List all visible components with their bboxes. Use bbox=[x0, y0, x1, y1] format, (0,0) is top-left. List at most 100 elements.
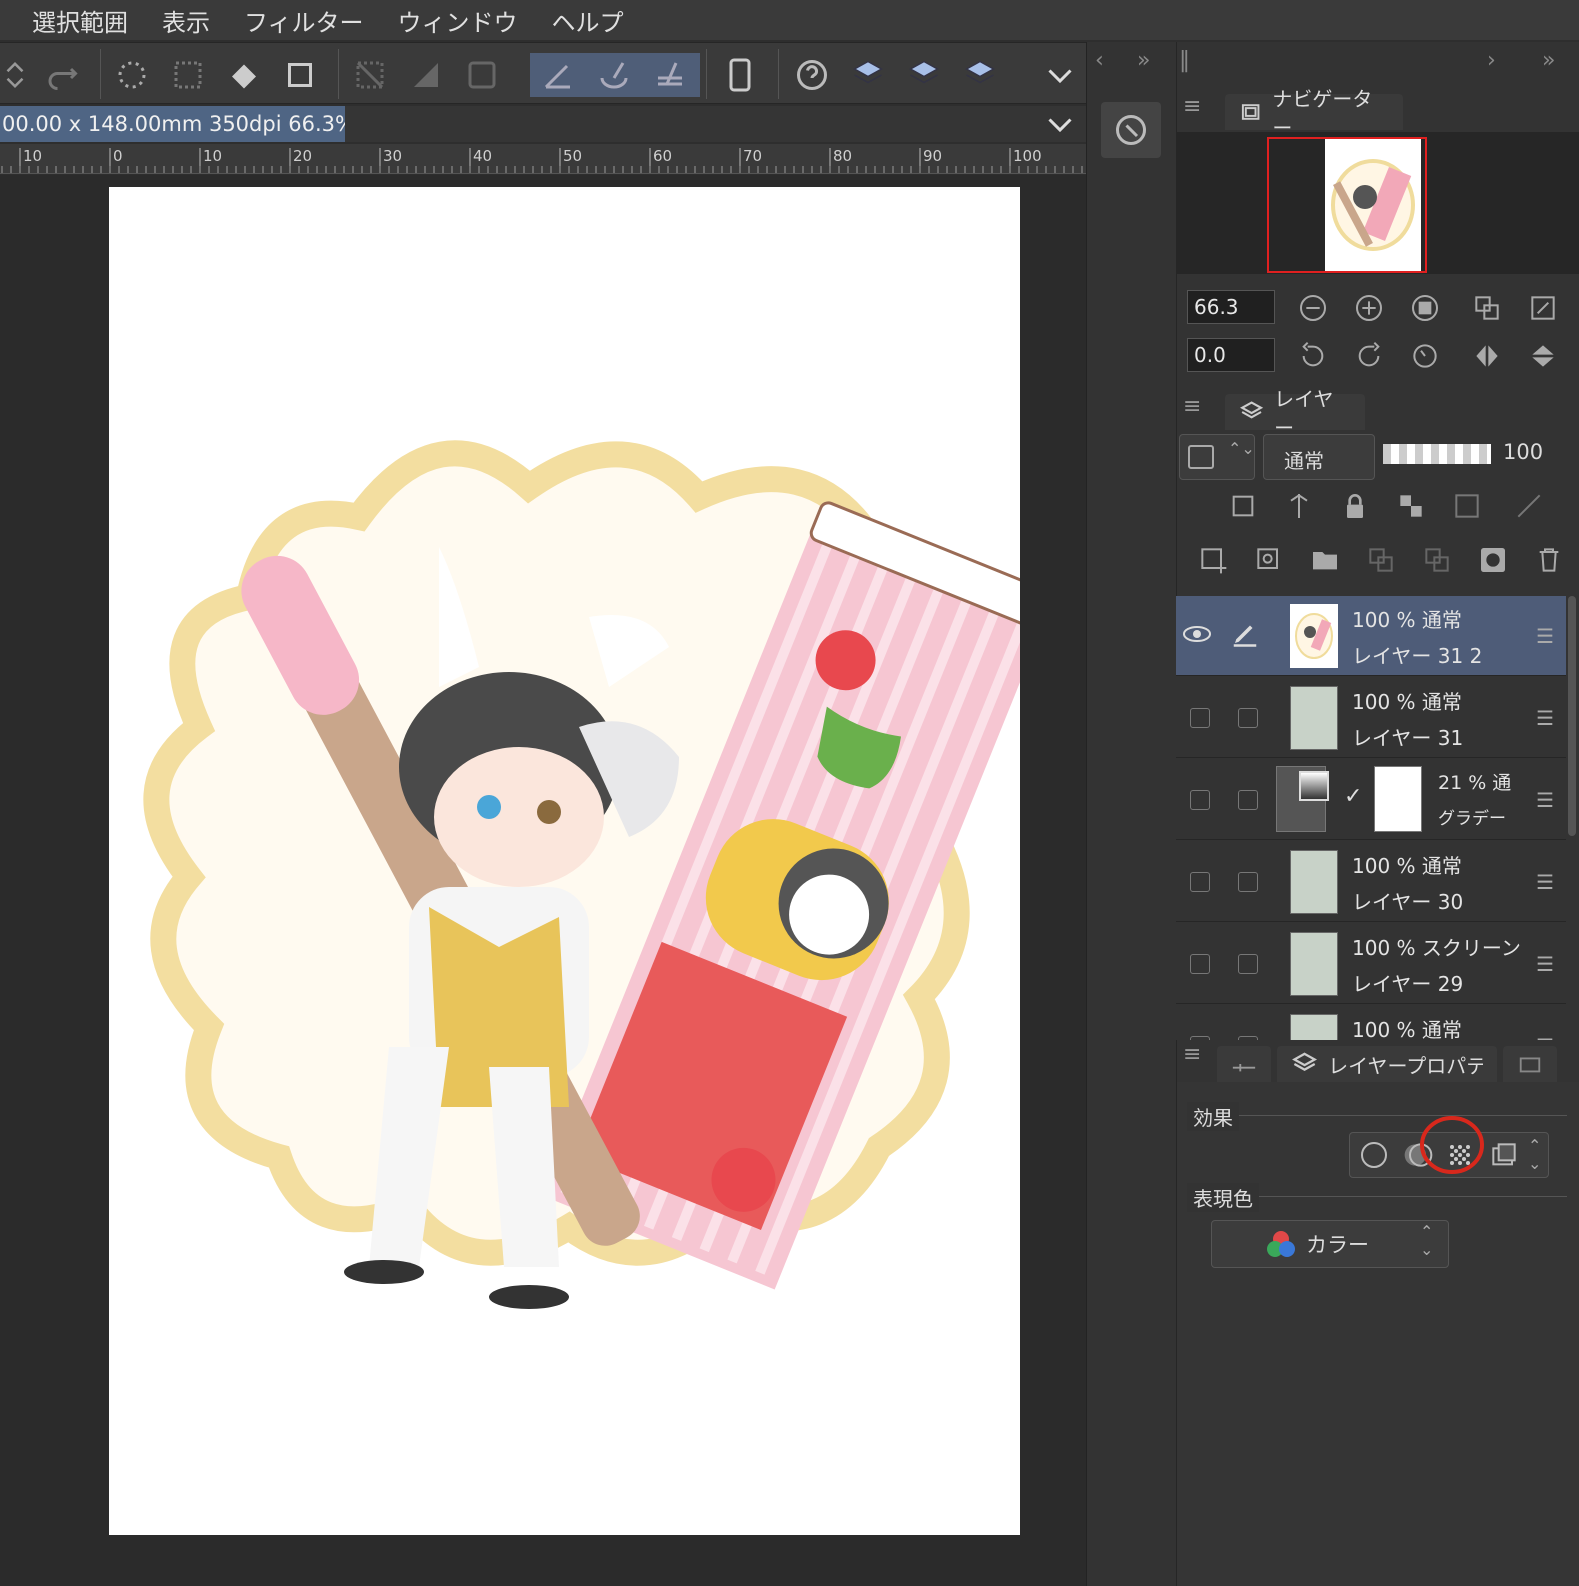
rotation-field[interactable]: 0.0 bbox=[1187, 338, 1275, 372]
layer-ref-3-icon[interactable] bbox=[958, 53, 1002, 97]
layer-menu-icon[interactable]: ☰ bbox=[1536, 870, 1554, 894]
panel-expand-icon[interactable]: » bbox=[1542, 48, 1555, 73]
redo-icon[interactable] bbox=[40, 53, 84, 97]
layer-row[interactable]: 100 % スクリーン レイヤー 29 ☰ bbox=[1176, 924, 1566, 1004]
effect-layer-color-icon[interactable] bbox=[1486, 1137, 1522, 1173]
layer-mask-add-icon[interactable] bbox=[1475, 542, 1511, 578]
tab-layer[interactable]: レイヤー bbox=[1225, 387, 1365, 440]
clip-layer-icon[interactable] bbox=[1225, 488, 1261, 524]
layer-menu-icon[interactable]: ☰ bbox=[1536, 1034, 1554, 1040]
flip-horizontal-icon[interactable] bbox=[1469, 338, 1505, 374]
navigator-menu-icon[interactable]: ≡ bbox=[1183, 94, 1201, 119]
opacity-value[interactable]: 100 bbox=[1503, 440, 1543, 464]
visibility-checkbox[interactable] bbox=[1190, 954, 1210, 974]
eye-icon[interactable] bbox=[1182, 622, 1212, 646]
up-down-icon[interactable] bbox=[0, 53, 30, 97]
layer-row[interactable]: 100 % 通常 レイヤー 30 ☰ bbox=[1176, 842, 1566, 922]
layer-row[interactable]: 100 % 通常 レイヤー 31 ☰ bbox=[1176, 678, 1566, 758]
tab-tool-property[interactable] bbox=[1217, 1046, 1271, 1082]
layer-menu-icon[interactable]: ☰ bbox=[1536, 706, 1554, 730]
fit-window-icon[interactable] bbox=[1525, 290, 1561, 326]
layer-row[interactable]: ✓ 21 % 通 グラデー ☰ bbox=[1176, 760, 1566, 840]
ruler-icon[interactable] bbox=[536, 53, 580, 97]
rotate-left-icon[interactable] bbox=[1295, 338, 1331, 374]
pen-edit-icon[interactable] bbox=[1230, 618, 1260, 648]
clear-outside-icon[interactable] bbox=[348, 53, 392, 97]
doc-chevron-down-icon[interactable] bbox=[1038, 102, 1082, 146]
navigator-toggle-button[interactable] bbox=[1101, 102, 1161, 158]
help-icon[interactable] bbox=[790, 53, 834, 97]
tab-layer-property[interactable]: レイヤープロパティ bbox=[1277, 1046, 1497, 1082]
flip-vertical-icon[interactable] bbox=[1525, 338, 1561, 374]
selection-frame-icon[interactable] bbox=[460, 53, 504, 97]
edit-checkbox[interactable] bbox=[1238, 872, 1258, 892]
layer-menu-icon[interactable]: ☰ bbox=[1536, 952, 1554, 976]
menu-selection[interactable]: 選択範囲 bbox=[32, 3, 128, 38]
navigator-viewport-frame[interactable] bbox=[1267, 137, 1427, 273]
menu-help[interactable]: ヘルプ bbox=[552, 3, 624, 38]
device-icon[interactable] bbox=[718, 53, 762, 97]
navigator-preview[interactable] bbox=[1177, 132, 1579, 274]
effect-updown-icon[interactable]: ⌃ ⌄ bbox=[1528, 1137, 1541, 1173]
perspective-ruler-icon[interactable] bbox=[648, 53, 692, 97]
transfer-down-icon[interactable] bbox=[1363, 542, 1399, 578]
edit-checkbox[interactable] bbox=[1238, 790, 1258, 810]
collapse-left-icon[interactable]: ‹ bbox=[1095, 48, 1104, 73]
chevron-down-icon[interactable] bbox=[1038, 53, 1082, 97]
visibility-checkbox[interactable] bbox=[1190, 1036, 1210, 1040]
transform-icon[interactable] bbox=[278, 53, 322, 97]
edit-checkbox[interactable] bbox=[1238, 708, 1258, 728]
menu-window[interactable]: ウィンドウ bbox=[398, 3, 518, 38]
rotate-right-icon[interactable] bbox=[1351, 338, 1387, 374]
tab-other[interactable] bbox=[1503, 1046, 1557, 1082]
layer-menu-icon[interactable]: ≡ bbox=[1183, 394, 1201, 419]
panel-next-icon[interactable]: › bbox=[1487, 48, 1496, 73]
tab-navigator[interactable]: ナビゲーター bbox=[1225, 87, 1403, 140]
opacity-slider[interactable] bbox=[1383, 444, 1491, 464]
layer-color-select[interactable]: ⌃⌄ bbox=[1179, 434, 1255, 480]
panel-grip-icon[interactable]: ‖ bbox=[1179, 48, 1190, 73]
lock-icon[interactable] bbox=[1337, 488, 1373, 524]
visibility-checkbox[interactable] bbox=[1190, 708, 1210, 728]
properties-menu-icon[interactable]: ≡ bbox=[1183, 1042, 1201, 1067]
visibility-checkbox[interactable] bbox=[1190, 790, 1210, 810]
edit-checkbox[interactable] bbox=[1238, 954, 1258, 974]
curve-ruler-icon[interactable] bbox=[592, 53, 636, 97]
ruler-range-icon[interactable] bbox=[1511, 488, 1547, 524]
lock-transparency-icon[interactable] bbox=[1393, 488, 1429, 524]
zoom-out-icon[interactable] bbox=[1295, 290, 1331, 326]
layer-ref-2-icon[interactable] bbox=[902, 53, 946, 97]
new-folder-icon[interactable] bbox=[1307, 542, 1343, 578]
layer-menu-icon[interactable]: ☰ bbox=[1536, 788, 1554, 812]
merge-down-icon[interactable] bbox=[1419, 542, 1455, 578]
reset-rotation-icon[interactable] bbox=[1407, 338, 1443, 374]
visibility-checkbox[interactable] bbox=[1190, 872, 1210, 892]
blend-mode-select[interactable]: 通常 bbox=[1263, 434, 1375, 480]
expand-right-icon[interactable]: » bbox=[1137, 48, 1150, 73]
fill-selection-icon[interactable] bbox=[404, 53, 448, 97]
fit-navigator-icon[interactable] bbox=[1469, 290, 1505, 326]
new-raster-layer-icon[interactable] bbox=[1195, 542, 1231, 578]
layer-ref-icon[interactable] bbox=[846, 53, 890, 97]
document-tab[interactable]: 00.00 x 148.00mm 350dpi 66.3%) bbox=[0, 106, 345, 142]
expression-color-select[interactable]: カラー ⌃ ⌄ bbox=[1211, 1220, 1449, 1268]
zoom-field[interactable]: 66.3 bbox=[1187, 290, 1275, 324]
fill-bucket-icon[interactable] bbox=[222, 53, 266, 97]
zoom-in-icon[interactable] bbox=[1351, 290, 1387, 326]
layer-row[interactable]: 100 % 通常 ☰ bbox=[1176, 1006, 1566, 1040]
layer-row[interactable]: 100 % 通常 レイヤー 31 2 ☰ bbox=[1176, 596, 1566, 676]
zoom-100-icon[interactable] bbox=[1407, 290, 1443, 326]
reference-layer-icon[interactable] bbox=[1281, 488, 1317, 524]
layer-list-scrollbar[interactable] bbox=[1568, 596, 1576, 836]
select-all-icon[interactable] bbox=[110, 53, 154, 97]
edit-checkbox[interactable] bbox=[1238, 1036, 1258, 1040]
delete-layer-icon[interactable] bbox=[1531, 542, 1567, 578]
effect-none-icon[interactable] bbox=[1356, 1137, 1392, 1173]
mask-icon[interactable] bbox=[1449, 488, 1485, 524]
new-vector-layer-icon[interactable] bbox=[1251, 542, 1287, 578]
menu-view[interactable]: 表示 bbox=[162, 3, 210, 38]
canvas-paper[interactable] bbox=[109, 187, 1055, 1535]
deselect-icon[interactable] bbox=[166, 53, 210, 97]
layer-menu-icon[interactable]: ☰ bbox=[1536, 624, 1554, 648]
menu-filter[interactable]: フィルター bbox=[244, 3, 364, 38]
